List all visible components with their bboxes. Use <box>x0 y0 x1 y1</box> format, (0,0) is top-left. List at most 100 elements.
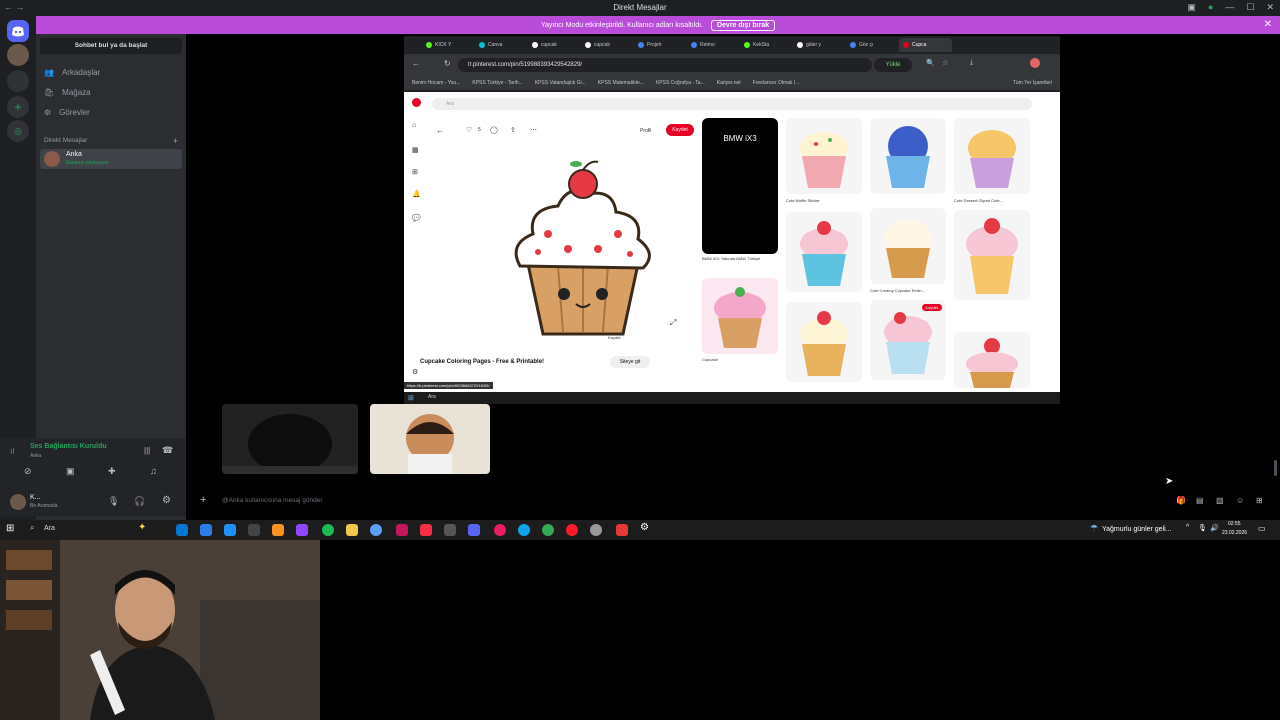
apps-icon[interactable]: ⊞ <box>1256 496 1263 505</box>
inbox-icon[interactable]: ▣ <box>1187 2 1196 13</box>
app-icon[interactable] <box>494 524 506 536</box>
edge-icon[interactable] <box>176 524 188 536</box>
create-icon[interactable]: ⊞ <box>412 168 418 176</box>
bookmark[interactable]: Freelancer Olmak İ... <box>753 80 800 86</box>
app-icon[interactable] <box>296 524 308 536</box>
comment-icon[interactable]: ◯ <box>490 126 498 134</box>
share-icon[interactable]: ⇪ <box>510 126 516 134</box>
profile-avatar[interactable] <box>1030 58 1040 68</box>
avatar[interactable] <box>10 494 26 510</box>
pinterest-search-input[interactable]: Ara <box>432 98 1032 110</box>
camera-off-icon[interactable]: ⊘ <box>24 466 36 478</box>
disconnect-icon[interactable]: ☎ <box>162 445 173 456</box>
activities-icon[interactable]: ✚ <box>108 466 120 478</box>
nav-friends[interactable]: 👥 Arkadaşlar <box>44 68 100 77</box>
pin-tile-cupcake[interactable] <box>954 118 1030 194</box>
bookmark[interactable]: KPSS Matematikte... <box>598 80 644 86</box>
zoom-icon[interactable]: 🔍 <box>926 59 935 67</box>
tray-chevron-icon[interactable]: ^ <box>1186 524 1189 531</box>
browser-tab[interactable]: cupcak <box>581 38 634 52</box>
opera-icon[interactable] <box>566 524 578 536</box>
settings-icon[interactable]: ⚙ <box>412 368 418 376</box>
messages-icon[interactable]: 💬 <box>412 214 421 222</box>
help-icon[interactable]: ● <box>1208 2 1213 13</box>
download-icon[interactable]: ⤓ <box>970 59 973 67</box>
close-button[interactable]: ✕ <box>1266 2 1274 13</box>
pin-save-button[interactable]: Kaydet <box>666 124 694 136</box>
close-icon[interactable]: ✕ <box>1264 19 1272 30</box>
vlc-icon[interactable] <box>272 524 284 536</box>
bookmark[interactable]: Kariyer.net <box>717 80 741 86</box>
visit-site-button[interactable]: Siteye git <box>610 356 650 368</box>
back-icon[interactable]: ← <box>412 59 420 68</box>
windows-start-icon[interactable]: ⊞ <box>6 523 14 534</box>
add-server-icon[interactable]: + <box>7 96 29 118</box>
pin-tile-cupcake[interactable] <box>870 118 946 194</box>
file-explorer-icon[interactable] <box>346 524 358 536</box>
edge-app-icon[interactable] <box>518 524 530 536</box>
dm-item-anka[interactable]: Anka Ekranını paylaşıyor <box>40 149 182 169</box>
cupcake-image[interactable] <box>498 154 668 344</box>
app-icon[interactable] <box>616 524 628 536</box>
app-icon[interactable] <box>444 524 456 536</box>
microphone-icon[interactable]: 🎙 <box>1198 524 1207 532</box>
notifications-icon[interactable]: 🔔 <box>412 190 421 198</box>
screen-share-icon[interactable]: ▣ <box>66 466 78 478</box>
browser-tab-active[interactable]: Cupca <box>899 38 952 52</box>
weather-text[interactable]: Yağmurlu günler geli... <box>1102 526 1172 533</box>
explore-icon[interactable]: ▦ <box>412 146 419 154</box>
gif-icon[interactable]: ▤ <box>1196 496 1204 505</box>
more-icon[interactable]: ⋯ <box>530 126 537 134</box>
soundboard-icon[interactable]: ♫ <box>150 466 162 478</box>
pin-tile-bmw[interactable]: BMW iX3 <box>702 118 778 254</box>
app-icon[interactable] <box>590 524 602 536</box>
pin-tile-cupcake[interactable] <box>786 118 862 194</box>
tile-save-button[interactable]: Kaydet <box>921 304 942 311</box>
new-dm-icon[interactable]: + <box>173 136 178 146</box>
discord-taskbar-icon[interactable] <box>468 524 480 536</box>
clock-date[interactable]: 23.02.2026 <box>1222 530 1247 536</box>
like-icon[interactable]: ♡ <box>466 126 472 134</box>
microphone-icon[interactable]: 🎙 <box>108 496 119 507</box>
install-button[interactable]: Yükle <box>874 58 912 72</box>
settings-gear-icon[interactable]: ⚙ <box>640 522 649 533</box>
pin-tile-cupcake[interactable]: Kaydet <box>870 300 946 380</box>
gift-icon[interactable]: 🎁 <box>1176 496 1186 505</box>
bookmark[interactable]: KPSS Türkiye - Tarih... <box>472 80 522 86</box>
attach-plus-icon[interactable]: + <box>200 494 206 506</box>
back-arrow-icon[interactable]: ← <box>436 126 444 135</box>
profile-select[interactable]: Profil <box>640 128 651 134</box>
scrollbar[interactable] <box>1274 460 1277 476</box>
nav-quests[interactable]: ⚙ Görevler <box>44 108 90 117</box>
stream-view[interactable]: KICK Y Canva cupcak cupcak Projelr Retmo… <box>186 34 1280 404</box>
browser-tab[interactable]: Retmo <box>687 38 740 52</box>
pinterest-logo-icon[interactable] <box>412 98 421 107</box>
browser-tab[interactable]: Göz çı <box>846 38 899 52</box>
emoji-icon[interactable]: ☺ <box>1236 496 1244 505</box>
star-icon[interactable]: ☆ <box>942 59 948 67</box>
home-icon[interactable]: ⌂ <box>412 122 416 129</box>
reload-icon[interactable]: ↻ <box>444 59 451 68</box>
settings-gear-icon[interactable]: ⚙ <box>162 495 171 506</box>
server-avatar-1[interactable] <box>7 44 29 66</box>
music-icon[interactable] <box>420 524 432 536</box>
disable-streamer-mode-button[interactable]: Devre dışı bırak <box>710 19 776 31</box>
notification-icon[interactable]: ▭ <box>1258 524 1266 533</box>
pin-tile-cupcake[interactable] <box>870 208 946 284</box>
sticker-icon[interactable]: ▧ <box>1216 496 1224 505</box>
app-icon[interactable] <box>396 524 408 536</box>
bookmark[interactable]: Benim Hocam - You... <box>412 80 460 86</box>
pin-tile-cupcake[interactable] <box>786 212 862 292</box>
spotify-icon[interactable] <box>322 524 334 536</box>
app-icon[interactable] <box>248 524 260 536</box>
explore-icon[interactable]: ◎ <box>7 120 29 142</box>
participant-camera-tile[interactable] <box>222 404 358 474</box>
nav-shop[interactable]: 🛍 Mağaza <box>44 88 91 97</box>
pin-tile-cupcake[interactable] <box>954 210 1030 300</box>
browser-tab[interactable]: Canva <box>475 38 528 52</box>
noise-icon[interactable]: ||| <box>144 446 150 455</box>
browser-tab[interactable]: KICK Y <box>422 38 475 52</box>
copilot-app-icon[interactable] <box>200 524 212 536</box>
browser-tab[interactable]: cupcak <box>528 38 581 52</box>
maximize-button[interactable]: ☐ <box>1246 2 1254 13</box>
